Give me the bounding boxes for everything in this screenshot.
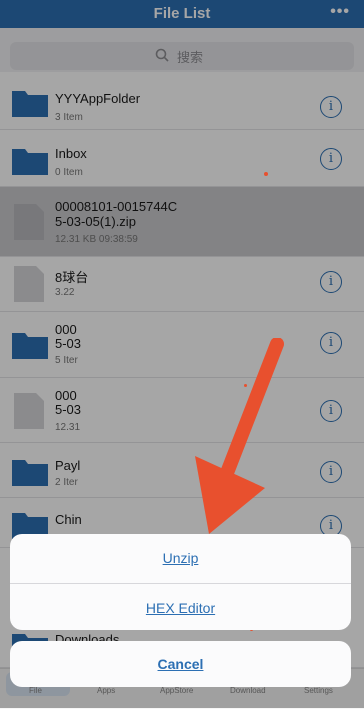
annotation-dot [244,384,247,387]
cancel-button[interactable]: Cancel [10,656,351,672]
hex-editor-button[interactable]: HEX Editor [10,600,351,616]
arrow-annotation-icon [195,338,284,534]
unzip-button[interactable]: Unzip [10,550,351,566]
sheet-divider [10,583,351,584]
annotation-dot [264,172,268,176]
